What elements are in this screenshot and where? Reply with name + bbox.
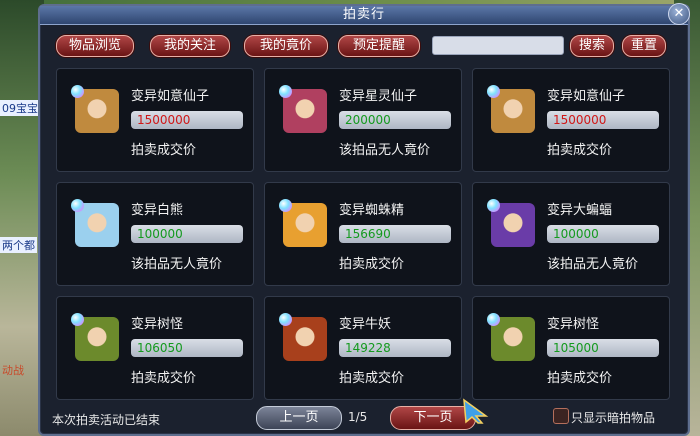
dark-auction-only-label: 只显示暗拍物品 [571, 411, 656, 425]
prev-page-button[interactable]: 上一页 [256, 406, 342, 430]
page-indicator: 1/5 [348, 410, 368, 424]
item-status: 该拍品无人竟价 [339, 143, 431, 158]
pet-avatar [279, 85, 329, 135]
pet-avatar [279, 199, 329, 249]
item-status: 拍卖成交价 [547, 143, 613, 158]
tab-my-bids[interactable]: 我的竟价 [244, 35, 328, 57]
item-price: 149228 [339, 339, 451, 357]
auction-item-card[interactable]: 变异牛妖 149228 拍卖成交价 [264, 296, 462, 400]
item-price: 1500000 [547, 111, 659, 129]
tab-item-browse[interactable]: 物品浏览 [56, 35, 134, 57]
tab-reminders[interactable]: 预定提醒 [338, 35, 420, 57]
window-titlebar[interactable]: 拍卖行 ✕ [40, 3, 690, 25]
item-price: 100000 [131, 225, 243, 243]
auction-item-card[interactable]: 变异如意仙子 1500000 拍卖成交价 [472, 68, 670, 172]
variant-orb-icon [71, 85, 84, 98]
variant-orb-icon [71, 199, 84, 212]
background-name-tag: 动战 [2, 364, 24, 377]
tab-my-watchlist[interactable]: 我的关注 [150, 35, 230, 57]
auction-status-text: 本次拍卖活动已结束 [52, 413, 161, 427]
pet-avatar [71, 313, 121, 363]
window-title: 拍卖行 [342, 7, 385, 22]
item-status: 该拍品无人竟价 [547, 257, 639, 272]
pet-avatar [487, 199, 537, 249]
pet-avatar [487, 313, 537, 363]
variant-orb-icon [279, 85, 292, 98]
search-button[interactable]: 搜索 [570, 35, 614, 57]
variant-orb-icon [487, 313, 500, 326]
reset-button[interactable]: 重置 [622, 35, 666, 57]
item-name: 变异如意仙子 [131, 89, 210, 104]
pet-avatar [71, 199, 121, 249]
item-status: 拍卖成交价 [131, 143, 197, 158]
pet-avatar [279, 313, 329, 363]
close-button[interactable]: ✕ [668, 3, 690, 25]
variant-orb-icon [279, 199, 292, 212]
item-name: 变异牛妖 [339, 317, 392, 332]
background-name-tag: 09宝宝 [0, 100, 40, 116]
item-price: 1500000 [131, 111, 243, 129]
item-name: 变异星灵仙子 [339, 89, 418, 104]
variant-orb-icon [487, 199, 500, 212]
item-name: 变异树怪 [131, 317, 184, 332]
item-name: 变异大蝙蝠 [547, 203, 613, 218]
pet-avatar [71, 85, 121, 135]
auction-item-card[interactable]: 变异树怪 105000 拍卖成交价 [472, 296, 670, 400]
item-status: 拍卖成交价 [131, 371, 197, 386]
item-status: 拍卖成交价 [339, 257, 405, 272]
auction-item-card[interactable]: 变异蜘蛛精 156690 拍卖成交价 [264, 182, 462, 286]
close-icon: ✕ [673, 6, 685, 21]
pet-avatar [487, 85, 537, 135]
item-price: 200000 [339, 111, 451, 129]
item-name: 变异树怪 [547, 317, 600, 332]
cursor-icon [463, 398, 489, 424]
item-status: 拍卖成交价 [339, 371, 405, 386]
item-name: 变异如意仙子 [547, 89, 626, 104]
variant-orb-icon [279, 313, 292, 326]
item-status: 拍卖成交价 [547, 371, 613, 386]
item-price: 106050 [131, 339, 243, 357]
item-price: 105000 [547, 339, 659, 357]
item-name: 变异蜘蛛精 [339, 203, 405, 218]
auction-item-card[interactable]: 变异树怪 106050 拍卖成交价 [56, 296, 254, 400]
toolbar: 物品浏览 我的关注 我的竟价 预定提醒 搜索 重置 [40, 35, 688, 59]
item-price: 100000 [547, 225, 659, 243]
auction-item-card[interactable]: 变异如意仙子 1500000 拍卖成交价 [56, 68, 254, 172]
item-name: 变异白熊 [131, 203, 184, 218]
dark-auction-only-checkbox[interactable] [553, 408, 569, 424]
auction-house-window: 拍卖行 ✕ 物品浏览 我的关注 我的竟价 预定提醒 搜索 重置 变异如意仙子 15… [38, 3, 690, 436]
auction-item-card[interactable]: 变异星灵仙子 200000 该拍品无人竟价 [264, 68, 462, 172]
background-name-tag: 两个都 [0, 237, 37, 253]
auction-item-card[interactable]: 变异白熊 100000 该拍品无人竟价 [56, 182, 254, 286]
variant-orb-icon [71, 313, 84, 326]
item-status: 该拍品无人竟价 [131, 257, 223, 272]
item-price: 156690 [339, 225, 451, 243]
search-input[interactable] [432, 36, 564, 55]
auction-item-card[interactable]: 变异大蝙蝠 100000 该拍品无人竟价 [472, 182, 670, 286]
variant-orb-icon [487, 85, 500, 98]
